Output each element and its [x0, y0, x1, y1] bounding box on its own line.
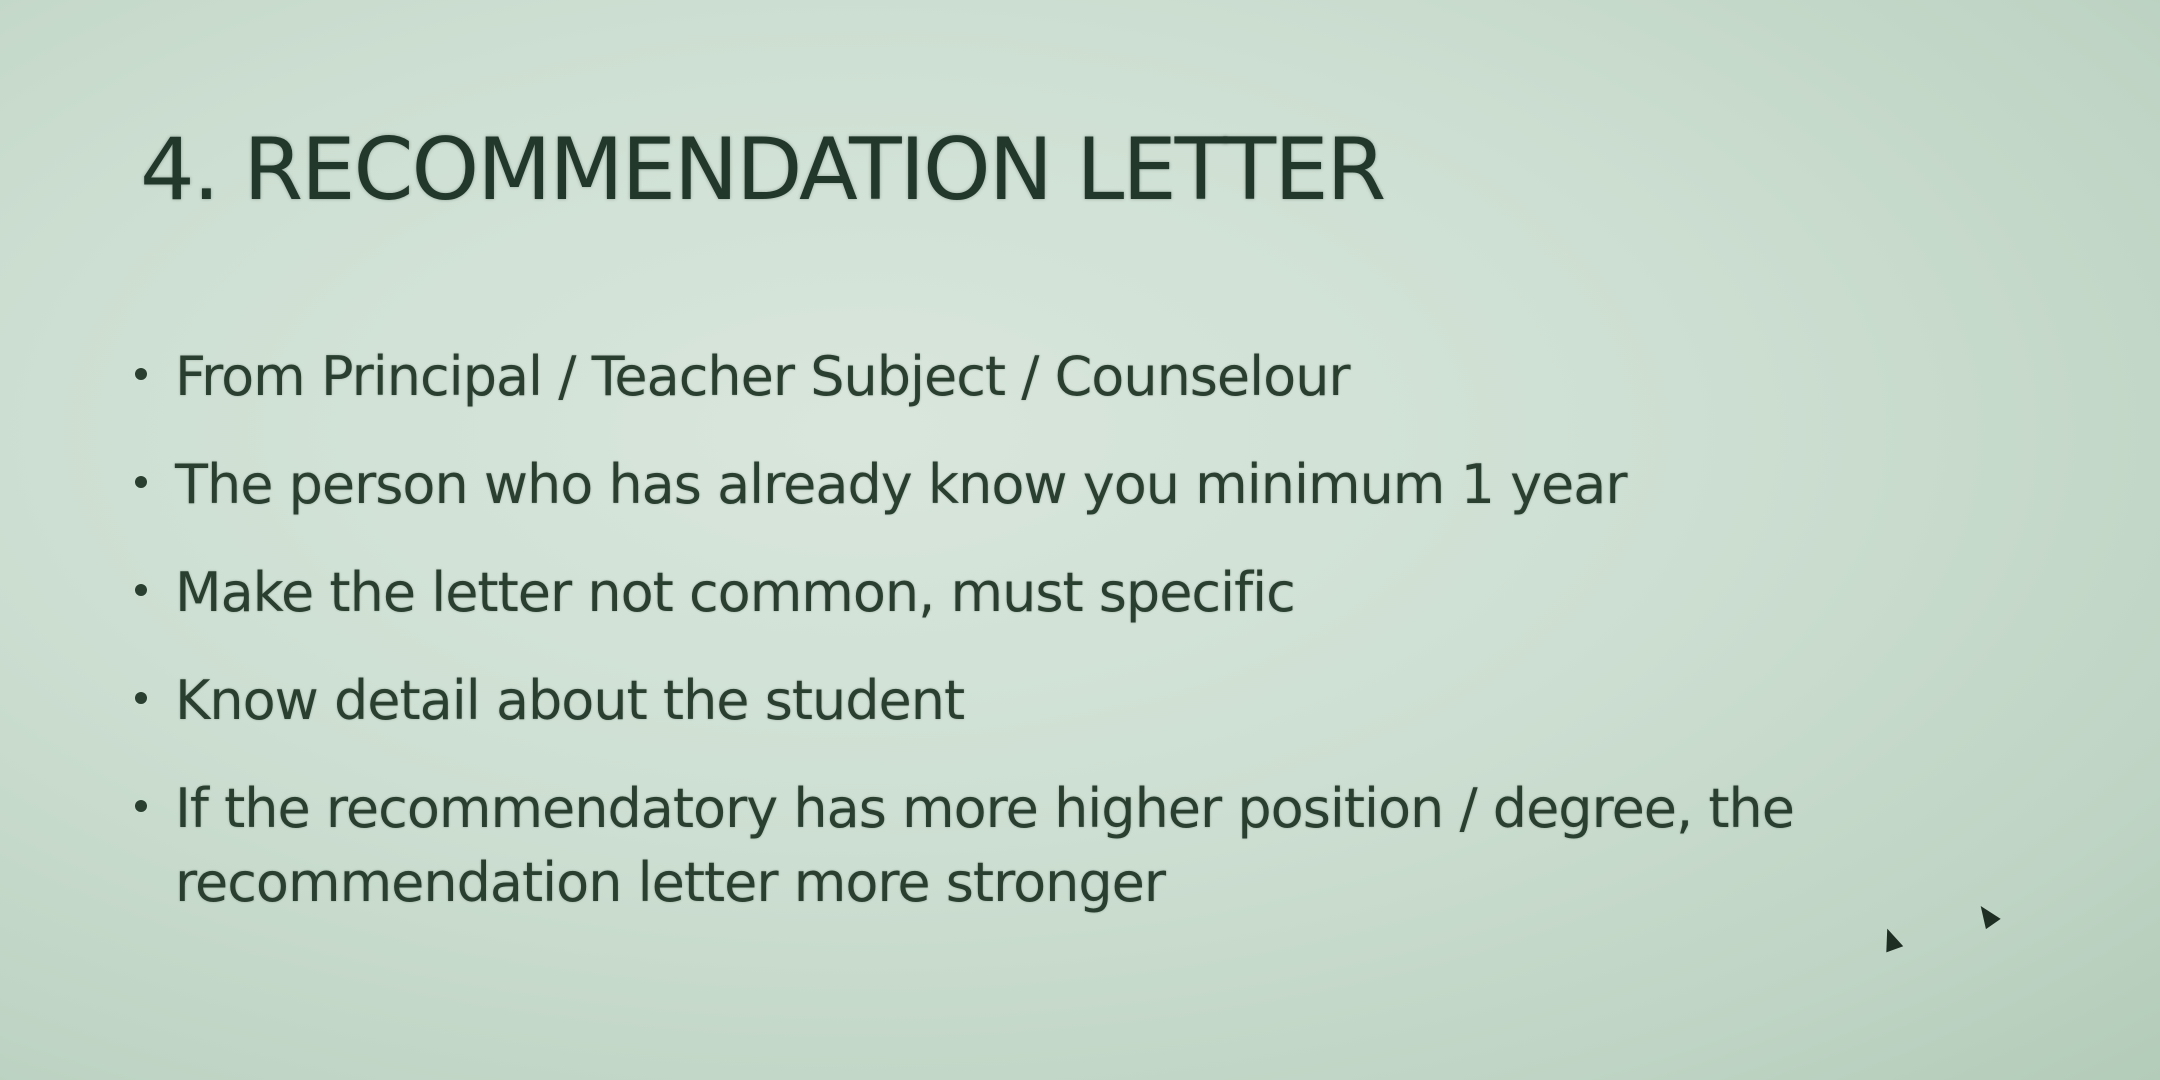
- list-item: The person who has already know you mini…: [135, 448, 2035, 522]
- bullet-text: Know detail about the student: [175, 669, 965, 732]
- bullet-icon: [135, 584, 147, 596]
- bullet-icon: [135, 692, 147, 704]
- list-item: From Principal / Teacher Subject / Couns…: [135, 340, 2035, 414]
- list-item: Know detail about the student: [135, 664, 2035, 738]
- bullet-text: Make the letter not common, must specifi…: [175, 561, 1296, 624]
- list-item: If the recommendatory has more higher po…: [135, 772, 2035, 920]
- list-item: Make the letter not common, must specifi…: [135, 556, 2035, 630]
- bullet-text: The person who has already know you mini…: [175, 453, 1628, 516]
- bullet-icon: [135, 476, 147, 488]
- bullet-text: From Principal / Teacher Subject / Couns…: [175, 345, 1351, 408]
- bullet-icon: [135, 800, 147, 812]
- bullet-icon: [135, 368, 147, 380]
- bullet-list: From Principal / Teacher Subject / Couns…: [135, 340, 2035, 954]
- bullet-text: If the recommendatory has more higher po…: [175, 777, 1795, 914]
- slide-title: 4. RECOMMENDATION LETTER: [140, 120, 1386, 220]
- presentation-slide: 4. RECOMMENDATION LETTER From Principal …: [0, 0, 2160, 1080]
